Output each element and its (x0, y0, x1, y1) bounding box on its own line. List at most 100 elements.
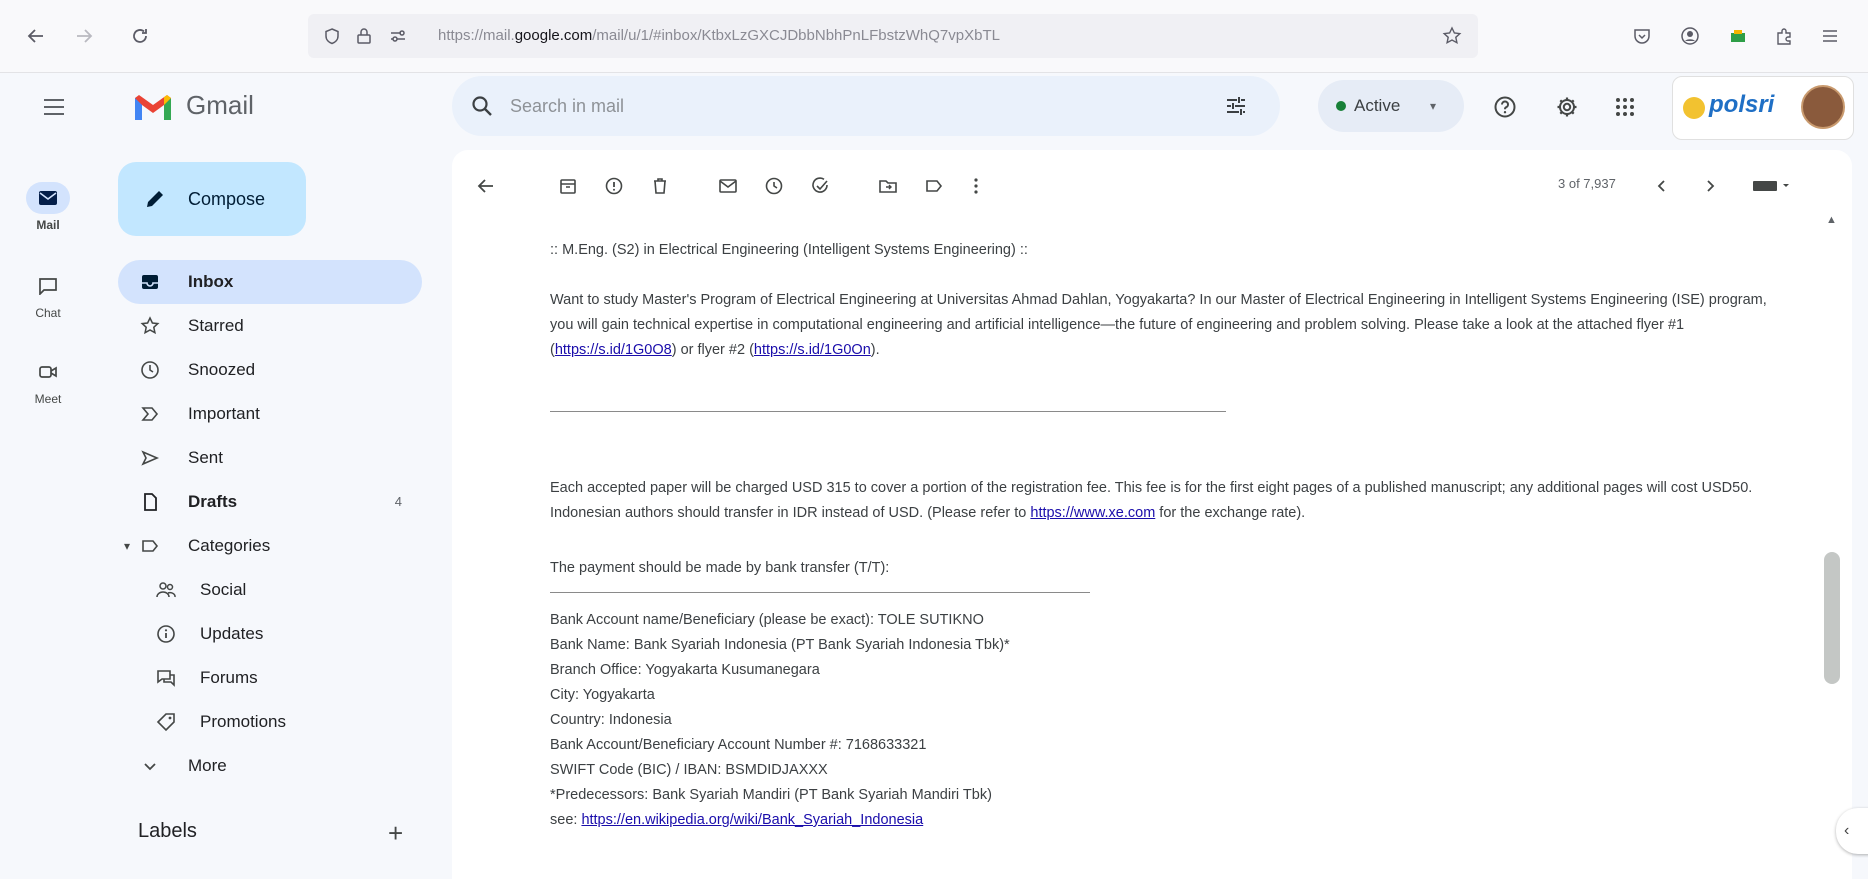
sidebar-item-updates[interactable]: Updates (118, 612, 422, 656)
avatar[interactable] (1801, 85, 1845, 129)
people-icon (156, 582, 176, 598)
rail-item-meet[interactable]: Meet (20, 356, 76, 406)
scroll-up-arrow-icon[interactable]: ▲ (1826, 214, 1837, 226)
url-prefix: https://mail. (438, 27, 515, 44)
account-brand: polsri (1709, 91, 1775, 118)
extensions-puzzle-icon[interactable] (1770, 22, 1798, 50)
gmail-logo-icon[interactable] (130, 90, 176, 126)
promotion-tag-icon (156, 713, 175, 732)
sidebar-item-promotions[interactable]: Promotions (118, 700, 422, 744)
search-bar[interactable]: Search in mail (452, 76, 1280, 136)
lock-icon[interactable] (352, 24, 376, 48)
expand-caret-icon[interactable]: ▾ (124, 524, 130, 568)
label-tag-icon (142, 540, 159, 552)
report-spam-icon[interactable] (602, 174, 626, 198)
wikipedia-link[interactable]: https://en.wikipedia.org/wiki/Bank_Syari… (581, 812, 923, 828)
more-vertical-icon[interactable] (964, 174, 988, 198)
delete-trash-icon[interactable] (648, 174, 672, 198)
draft-file-icon (144, 493, 157, 511)
account-circle-icon[interactable] (1676, 22, 1704, 50)
account-switcher[interactable]: polsri (1672, 76, 1854, 140)
sidebar-label-more: More (188, 756, 227, 775)
label-icon[interactable] (922, 174, 946, 198)
sidebar-label-important: Important (188, 404, 260, 423)
pencil-icon (147, 191, 163, 207)
mark-unread-icon[interactable] (716, 174, 740, 198)
flyer-1-link[interactable]: https://s.id/1G0O8 (555, 342, 672, 358)
permissions-icon[interactable] (386, 24, 410, 48)
forward-arrow-icon[interactable] (70, 22, 98, 50)
back-to-inbox-icon[interactable] (474, 174, 498, 198)
bank-line: Bank Account/Beneficiary Account Number … (550, 737, 927, 753)
intro-paragraph: Want to study Master's Program of Electr… (550, 288, 1770, 363)
sidebar-item-important[interactable]: Important (118, 392, 422, 436)
scrollbar[interactable]: ▲ (1822, 204, 1840, 879)
add-task-icon[interactable] (808, 174, 832, 198)
bank-line: City: Yogyakarta (550, 687, 655, 703)
sidebar-label-starred: Starred (188, 316, 244, 335)
chevron-down-icon (144, 763, 156, 771)
shield-icon[interactable] (320, 24, 344, 48)
menu-icon[interactable] (1816, 22, 1844, 50)
input-tools-keyboard-icon[interactable] (1750, 174, 1794, 198)
sidebar-item-more[interactable]: More (118, 744, 422, 788)
inbox-icon (142, 275, 158, 289)
sidebar-item-sent[interactable]: Sent (118, 436, 422, 480)
sidebar-item-snoozed[interactable]: Snoozed (118, 348, 422, 392)
active-dot-icon (1336, 101, 1346, 111)
archive-icon[interactable] (556, 174, 580, 198)
sidebar-item-inbox[interactable]: Inbox (118, 260, 422, 304)
sidebar-label-inbox: Inbox (188, 272, 234, 291)
older-chevron-right-icon[interactable] (1698, 174, 1722, 198)
rail-item-chat[interactable]: Chat (20, 270, 76, 320)
xe-exchange-link[interactable]: https://www.xe.com (1030, 505, 1155, 521)
address-bar[interactable]: https://mail.google.com/mail/u/1/#inbox/… (308, 14, 1478, 58)
rail-item-mail[interactable]: Mail (20, 182, 76, 232)
main-menu-icon[interactable] (36, 92, 72, 122)
search-options-icon[interactable] (1222, 92, 1250, 120)
drafts-count-badge: 4 (394, 494, 402, 509)
search-icon[interactable] (468, 92, 496, 120)
settings-gear-icon[interactable] (1552, 92, 1582, 122)
sidebar-item-categories[interactable]: ▾ Categories (118, 524, 422, 568)
snooze-clock-icon[interactable] (762, 174, 786, 198)
compose-label: Compose (188, 189, 266, 209)
back-arrow-icon[interactable] (22, 22, 50, 50)
compose-button[interactable]: Compose (118, 162, 306, 236)
add-label-plus-icon[interactable]: + (388, 818, 403, 849)
mail-icon (26, 182, 70, 214)
extension-icon[interactable] (1724, 22, 1752, 50)
sidebar-item-forums[interactable]: Forums (118, 656, 422, 700)
help-icon[interactable] (1490, 92, 1520, 122)
sidebar-label-updates: Updates (200, 624, 264, 643)
sidebar-item-drafts[interactable]: Drafts 4 (118, 480, 422, 524)
bookmark-star-icon[interactable] (1440, 24, 1464, 48)
bank-line: Country: Indonesia (550, 712, 672, 728)
sidebar-item-starred[interactable]: Starred (118, 304, 422, 348)
status-selector[interactable]: Active ▾ (1318, 80, 1464, 132)
apps-grid-icon[interactable] (1610, 92, 1640, 122)
chat-icon (26, 270, 70, 302)
rail-label-mail: Mail (36, 218, 60, 232)
bank-line: Bank Name: Bank Syariah Indonesia (PT Ba… (550, 637, 1010, 653)
pocket-icon[interactable] (1628, 22, 1656, 50)
bank-line: SWIFT Code (BIC) / IBAN: BSMDIDJAXXX (550, 762, 828, 778)
search-input[interactable]: Search in mail (510, 76, 624, 136)
newer-chevron-left-icon[interactable] (1650, 174, 1674, 198)
url-text[interactable]: https://mail.google.com/mail/u/1/#inbox/… (438, 14, 1000, 58)
send-icon (141, 450, 160, 466)
flyer-2-link[interactable]: https://s.id/1G0On (754, 342, 871, 358)
move-to-folder-icon[interactable] (876, 174, 900, 198)
sidebar-item-social[interactable]: Social (118, 568, 422, 612)
scroll-thumb[interactable] (1824, 552, 1840, 684)
bank-line: Bank Account name/Beneficiary (please be… (550, 612, 984, 628)
payment-heading: The payment should be made by bank trans… (550, 560, 890, 576)
sidebar-label-drafts: Drafts (188, 492, 238, 511)
reload-icon[interactable] (126, 22, 154, 50)
clock-icon (141, 361, 159, 379)
gmail-wordmark[interactable]: Gmail (186, 90, 254, 121)
intro-mid-text: ) or flyer #2 ( (671, 342, 754, 358)
polsri-logo-icon (1683, 97, 1705, 119)
see-prefix: see: (550, 812, 582, 828)
rail-label-meet: Meet (34, 392, 62, 406)
